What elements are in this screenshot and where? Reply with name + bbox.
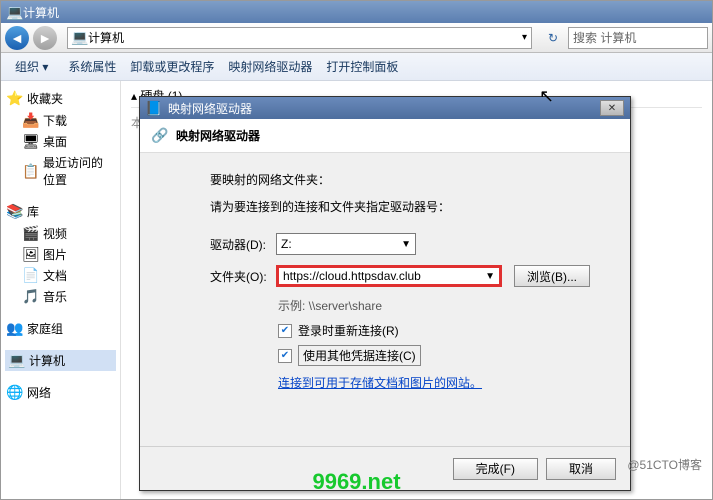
folder-path-combo[interactable]: https://cloud.httpsdav.club ▼ — [276, 265, 502, 287]
picture-icon: 🖼 — [23, 247, 39, 263]
chevron-down-icon[interactable]: ▾ — [522, 32, 527, 43]
search-placeholder: 搜索 计算机 — [573, 29, 636, 46]
sidebar-item-documents[interactable]: 📄文档 — [5, 265, 116, 286]
search-input[interactable]: 搜索 计算机 — [568, 27, 708, 49]
other-credentials-label: 使用其他凭据连接(C) — [298, 345, 421, 366]
dialog-heading: 要映射的网络文件夹： — [210, 171, 590, 188]
libraries-header[interactable]: 📚库 — [5, 200, 116, 223]
recent-icon: 📋 — [23, 163, 39, 179]
folder-path-value: https://cloud.httpsdav.club — [283, 269, 421, 283]
download-icon: 📥 — [23, 113, 39, 129]
refresh-button[interactable]: ↻ — [542, 27, 564, 49]
homegroup-label: 家庭组 — [27, 320, 63, 337]
libraries-label: 库 — [27, 203, 39, 220]
downloads-label: 下载 — [43, 112, 67, 129]
browse-button[interactable]: 浏览(B)... — [514, 265, 590, 287]
breadcrumb-text: 计算机 — [88, 29, 124, 46]
network-label: 网络 — [27, 384, 51, 401]
music-icon: 🎵 — [23, 289, 39, 305]
address-bar[interactable]: 💻 计算机 ▾ — [67, 27, 532, 49]
music-label: 音乐 — [43, 288, 67, 305]
map-network-drive-button[interactable]: 映射网络驱动器 — [228, 58, 312, 75]
computer-icon: 💻 — [7, 4, 23, 20]
sidebar-item-music[interactable]: 🎵音乐 — [5, 286, 116, 307]
finish-button[interactable]: 完成(F) — [453, 458, 538, 480]
sidebar-item-downloads[interactable]: 📥下载 — [5, 110, 116, 131]
network-drive-wizard-icon: 🔗 — [152, 128, 168, 144]
dialog-description: 请为要连接到的连接和文件夹指定驱动器号： — [210, 198, 590, 215]
network-icon: 🌐 — [7, 385, 23, 401]
dialog-subheading: 映射网络驱动器 — [176, 127, 260, 144]
computer-label: 计算机 — [29, 352, 65, 369]
library-icon: 📚 — [7, 204, 23, 220]
desktop-label: 桌面 — [43, 133, 67, 150]
sidebar-item-desktop[interactable]: 🖥桌面 — [5, 131, 116, 152]
navigation-sidebar: ⭐收藏夹 📥下载 🖥桌面 📋最近访问的位置 📚库 🎬视频 🖼图片 📄文档 🎵音乐… — [1, 81, 121, 499]
other-credentials-checkbox[interactable]: ✔ — [278, 349, 292, 363]
sidebar-item-videos[interactable]: 🎬视频 — [5, 223, 116, 244]
sidebar-item-homegroup[interactable]: 👥家庭组 — [5, 317, 116, 340]
uninstall-changes-button[interactable]: 卸载或更改程序 — [130, 58, 214, 75]
forward-button[interactable]: ► — [33, 26, 57, 50]
dialog-subheader: 🔗 映射网络驱动器 — [140, 119, 630, 153]
drive-label: 驱动器(D): — [210, 236, 274, 253]
chevron-down-icon: ▼ — [401, 239, 411, 250]
network-drive-icon: 📘 — [146, 100, 162, 116]
sidebar-item-network[interactable]: 🌐网络 — [5, 381, 116, 404]
command-toolbar: 组织 ▾ 系统属性 卸载或更改程序 映射网络驱动器 打开控制面板 — [1, 53, 712, 81]
videos-label: 视频 — [43, 225, 67, 242]
document-icon: 📄 — [23, 268, 39, 284]
computer-icon: 💻 — [9, 353, 25, 369]
sidebar-item-computer[interactable]: 💻计算机 — [5, 350, 116, 371]
homegroup-icon: 👥 — [7, 321, 23, 337]
folder-label: 文件夹(O): — [210, 268, 274, 285]
cancel-button[interactable]: 取消 — [546, 458, 616, 480]
documents-label: 文档 — [43, 267, 67, 284]
reconnect-checkbox[interactable]: ✔ — [278, 324, 292, 338]
sidebar-item-recent[interactable]: 📋最近访问的位置 — [5, 152, 116, 190]
window-title: 计算机 — [23, 4, 59, 21]
open-control-panel-button[interactable]: 打开控制面板 — [326, 58, 398, 75]
recent-label: 最近访问的位置 — [43, 154, 114, 188]
connect-website-link[interactable]: 连接到可用于存储文档和图片的网站。 — [278, 374, 590, 391]
dialog-title-text: 映射网络驱动器 — [168, 100, 252, 117]
example-text: 示例: \\server\share — [278, 297, 590, 314]
star-icon: ⭐ — [7, 91, 23, 107]
reconnect-label: 登录时重新连接(R) — [298, 322, 399, 339]
nav-bar: ◄ ► 💻 计算机 ▾ ↻ 搜索 计算机 — [1, 23, 712, 53]
breadcrumb-computer-icon: 💻 — [72, 30, 88, 46]
system-properties-button[interactable]: 系统属性 — [68, 58, 116, 75]
dialog-titlebar: 📘 映射网络驱动器 ✕ — [140, 97, 630, 119]
video-icon: 🎬 — [23, 226, 39, 242]
back-button[interactable]: ◄ — [5, 26, 29, 50]
favorites-label: 收藏夹 — [27, 90, 63, 107]
organize-menu[interactable]: 组织 ▾ — [9, 56, 54, 77]
desktop-icon: 🖥 — [23, 134, 39, 150]
dialog-close-button[interactable]: ✕ — [600, 100, 624, 116]
drive-letter-combo[interactable]: Z: ▼ — [276, 233, 416, 255]
map-network-drive-dialog: 📘 映射网络驱动器 ✕ 🔗 映射网络驱动器 要映射的网络文件夹： 请为要连接到的… — [139, 96, 631, 491]
sidebar-item-pictures[interactable]: 🖼图片 — [5, 244, 116, 265]
favorites-header[interactable]: ⭐收藏夹 — [5, 87, 116, 110]
window-titlebar: 💻 计算机 — [1, 1, 712, 23]
chevron-down-icon: ▼ — [485, 271, 495, 282]
pictures-label: 图片 — [43, 246, 67, 263]
drive-letter-value: Z: — [281, 237, 292, 251]
